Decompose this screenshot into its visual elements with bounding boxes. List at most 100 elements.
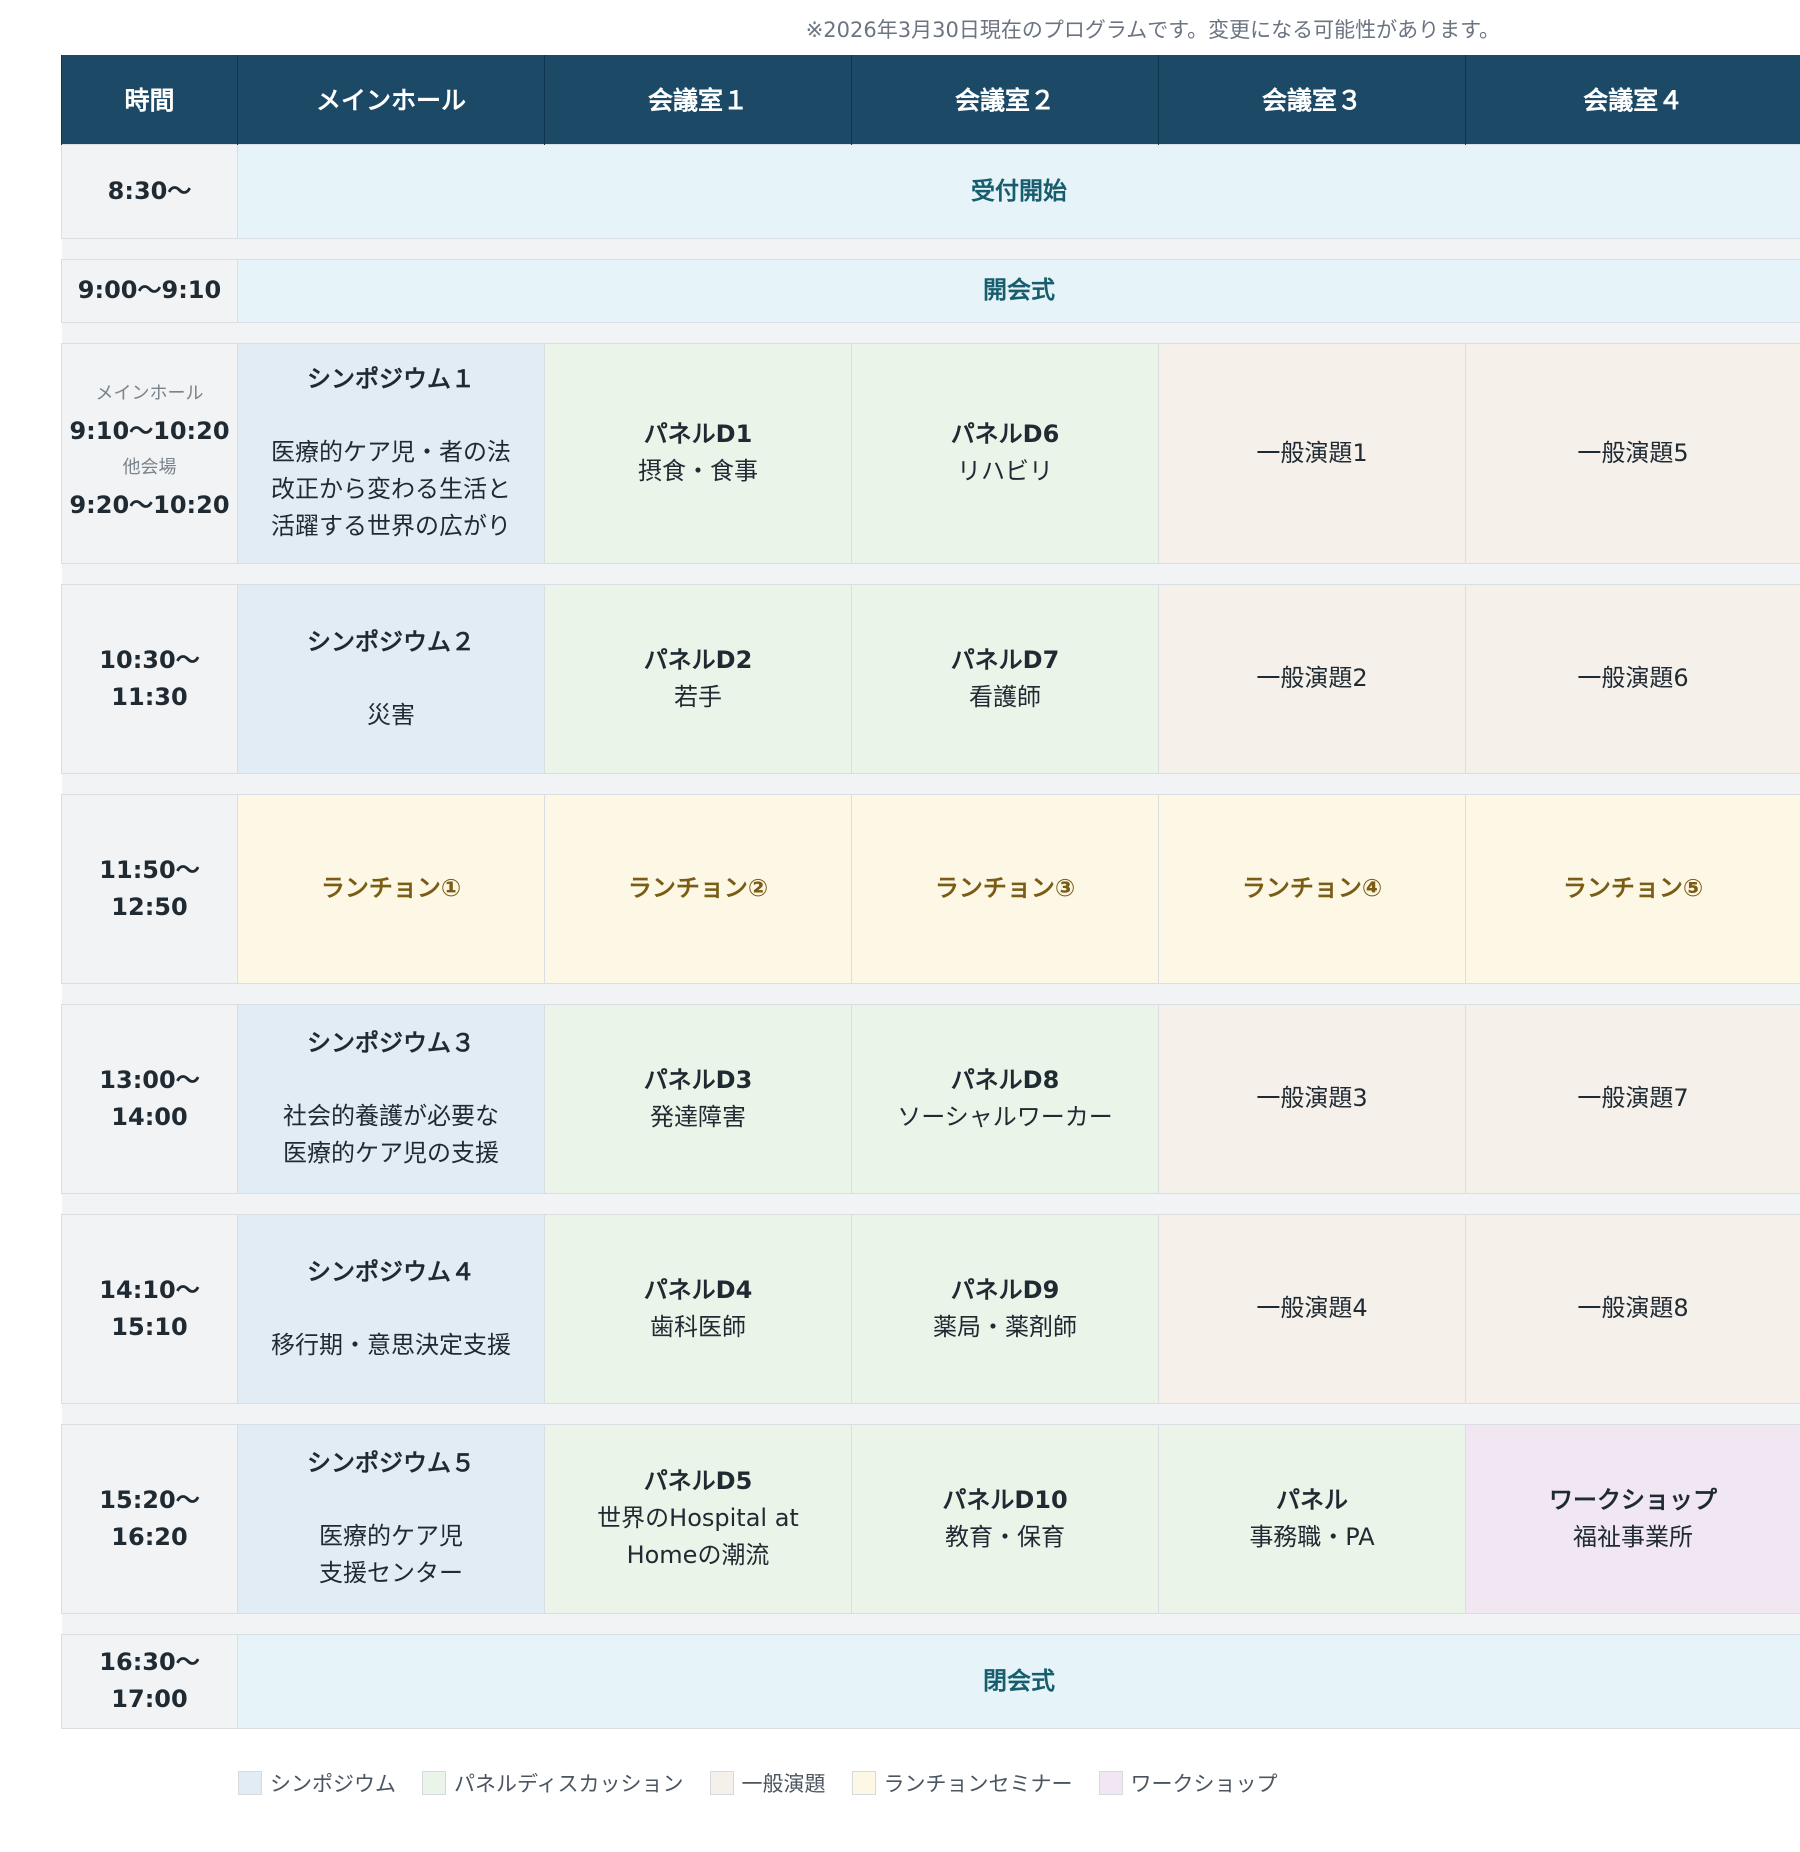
- panel-title: パネルD1: [643, 420, 753, 448]
- time-cell: 16:30〜17:00: [61, 1633, 238, 1729]
- general-session-cell: 一般演題3: [1158, 1003, 1466, 1194]
- header-room-4: 会議室４: [1465, 55, 1800, 144]
- symposium-title: シンポジウム５: [307, 1449, 475, 1477]
- table-row: 13:00〜14:00 シンポジウム３ 社会的養護が必要な 医療的ケア児の支援 …: [61, 1003, 1800, 1194]
- panel-cell: パネルD6 リハビリ: [851, 342, 1159, 564]
- panel-cell: パネルD5 世界のHospital at Homeの潮流: [544, 1423, 852, 1614]
- symposium-line: 支援センター: [319, 1559, 463, 1587]
- general-session-cell: 一般演題5: [1465, 342, 1800, 564]
- legend-item-luncheon: ランチョンセミナー: [851, 1768, 1073, 1798]
- table-row: 11:50〜12:50 ランチョン① ランチョン② ランチョン③ ランチョン④ …: [61, 793, 1800, 984]
- symposium-line: 移行期・意思決定支援: [271, 1330, 511, 1359]
- panel-title: パネルD3: [643, 1065, 753, 1094]
- luncheon-cell: ランチョン③: [851, 793, 1159, 984]
- workshop-subtitle: 福祉事業所: [1573, 1522, 1693, 1551]
- symposium-line: 医療的ケア児の支援: [283, 1139, 499, 1167]
- symposium-cell: シンポジウム３ 社会的養護が必要な 医療的ケア児の支援: [237, 1003, 545, 1194]
- symposium-line: 災害: [367, 700, 415, 729]
- time-cell: 8:30〜: [61, 143, 238, 239]
- panel-subtitle: ソーシャルワーカー: [897, 1102, 1113, 1131]
- legend-swatch: [1098, 1771, 1123, 1795]
- symposium-line: 社会的養護が必要な: [283, 1102, 499, 1130]
- program-note: ※2026年3月30日現在のプログラムです。変更になる可能性があります。: [805, 18, 1500, 42]
- general-session-cell: 一般演題1: [1158, 342, 1466, 564]
- legend-label: 一般演題: [741, 1772, 826, 1796]
- symposium-line: 医療的ケア児: [319, 1522, 463, 1550]
- panel-title: パネルD9: [950, 1275, 1060, 1304]
- panel-title: パネルD7: [950, 645, 1060, 674]
- panel-cell: パネルD3 発達障害: [544, 1003, 852, 1194]
- header-room-1: 会議室１: [544, 55, 852, 144]
- legend-item-workshop: ワークショップ: [1098, 1768, 1278, 1798]
- panel-subtitle: 摂食・食事: [638, 457, 758, 485]
- time-cell: 13:00〜14:00: [61, 1003, 238, 1194]
- closing-ceremony-cell: 閉会式: [237, 1633, 1800, 1729]
- general-session-cell: 一般演題8: [1465, 1213, 1800, 1404]
- symposium-line: 医療的ケア児・者の法: [271, 438, 511, 466]
- legend-swatch: [238, 1771, 262, 1795]
- time-other-label: 他会場: [122, 457, 177, 478]
- time-cell: 14:10〜15:10: [61, 1213, 238, 1404]
- panel-subtitle: リハビリ: [957, 457, 1053, 485]
- legend-label: ランチョンセミナー: [883, 1772, 1073, 1796]
- workshop-title: ワークショップ: [1549, 1485, 1717, 1514]
- panel-subtitle: 若手: [674, 682, 722, 711]
- general-session-cell: 一般演題7: [1465, 1003, 1800, 1194]
- symposium-title: シンポジウム３: [307, 1029, 475, 1057]
- panel-title: パネルD4: [643, 1275, 753, 1304]
- legend-label: シンポジウム: [270, 1772, 396, 1796]
- time-main: 9:10〜10:20: [69, 417, 230, 445]
- panel-cell: パネルD8 ソーシャルワーカー: [851, 1003, 1159, 1194]
- table-row: 15:20〜16:20 シンポジウム５ 医療的ケア児 支援センター パネルD5 …: [61, 1423, 1800, 1614]
- legend-item-symposium: シンポジウム: [238, 1768, 396, 1798]
- symposium-cell: シンポジウム１ 医療的ケア児・者の法 改正から変わる生活と 活躍する世界の広がり: [237, 342, 545, 564]
- time-cell: 11:50〜12:50: [61, 793, 238, 984]
- legend-swatch: [709, 1771, 734, 1795]
- panel-cell: パネルD2 若手: [544, 583, 852, 774]
- panel-title: パネルD5: [643, 1467, 753, 1495]
- panel-subtitle: 歯科医師: [650, 1312, 746, 1341]
- general-session-cell: 一般演題4: [1158, 1213, 1466, 1404]
- legend-item-panel: パネルディスカッション: [422, 1768, 684, 1798]
- panel-title: パネルD8: [950, 1065, 1060, 1094]
- table-row: 10:30〜11:30 シンポジウム２ 災害 パネルD2 若手 パネルD7 看護…: [61, 583, 1800, 774]
- header-room-3: 会議室３: [1158, 55, 1466, 144]
- time-cell: 10:30〜11:30: [61, 583, 238, 774]
- time-other: 9:20〜10:20: [69, 491, 230, 519]
- header-room-2: 会議室２: [851, 55, 1159, 144]
- time-main-label: メインホール: [95, 383, 204, 404]
- panel-subtitle: 事務職・PA: [1249, 1522, 1375, 1551]
- header-time: 時間: [61, 55, 238, 144]
- panel-cell: パネルD7 看護師: [851, 583, 1159, 774]
- header-row: 時間 メインホール 会議室１ 会議室２ 会議室３ 会議室４: [61, 55, 1800, 144]
- program-table: 時間 メインホール 会議室１ 会議室２ 会議室３ 会議室４ 8:30〜 受付開始…: [61, 55, 1800, 1729]
- panel-cell: パネルD9 薬局・薬剤師: [851, 1213, 1159, 1404]
- reception-cell: 受付開始: [237, 143, 1800, 239]
- time-cell: 15:20〜16:20: [61, 1423, 238, 1614]
- panel-cell: パネルD10 教育・保育: [851, 1423, 1159, 1614]
- legend: シンポジウム パネルディスカッション 一般演題 ランチョンセミナー ワークショッ…: [238, 1768, 1278, 1798]
- symposium-line: 活躍する世界の広がり: [271, 512, 511, 540]
- header-main-hall: メインホール: [237, 55, 545, 144]
- luncheon-cell: ランチョン④: [1158, 793, 1466, 984]
- symposium-cell: シンポジウム５ 医療的ケア児 支援センター: [237, 1423, 545, 1614]
- panel-title: パネルD10: [942, 1485, 1068, 1514]
- time-cell: メインホール 9:10〜10:20 他会場 9:20〜10:20: [61, 342, 238, 564]
- time-cell: 9:00〜9:10: [61, 258, 238, 323]
- symposium-line: 改正から変わる生活と: [271, 475, 511, 503]
- panel-subtitle: 教育・保育: [945, 1522, 1065, 1551]
- table-row: 8:30〜 受付開始: [61, 143, 1800, 239]
- legend-label: パネルディスカッション: [454, 1772, 684, 1796]
- panel-subtitle: 発達障害: [650, 1102, 746, 1131]
- symposium-title: シンポジウム４: [307, 1257, 475, 1286]
- panel-cell: パネルD1 摂食・食事: [544, 342, 852, 564]
- panel-subtitle: 薬局・薬剤師: [933, 1312, 1077, 1341]
- symposium-title: シンポジウム２: [307, 627, 475, 656]
- table-row: 14:10〜15:10 シンポジウム４ 移行期・意思決定支援 パネルD4 歯科医…: [61, 1213, 1800, 1404]
- table-row: メインホール 9:10〜10:20 他会場 9:20〜10:20 シンポジウム１…: [61, 342, 1800, 564]
- workshop-cell: ワークショップ 福祉事業所: [1465, 1423, 1800, 1614]
- table-row: 9:00〜9:10 開会式: [61, 258, 1800, 323]
- table-row: 16:30〜17:00 閉会式: [61, 1633, 1800, 1729]
- symposium-title: シンポジウム１: [307, 365, 475, 393]
- panel-subtitle: 世界のHospital at: [597, 1504, 799, 1532]
